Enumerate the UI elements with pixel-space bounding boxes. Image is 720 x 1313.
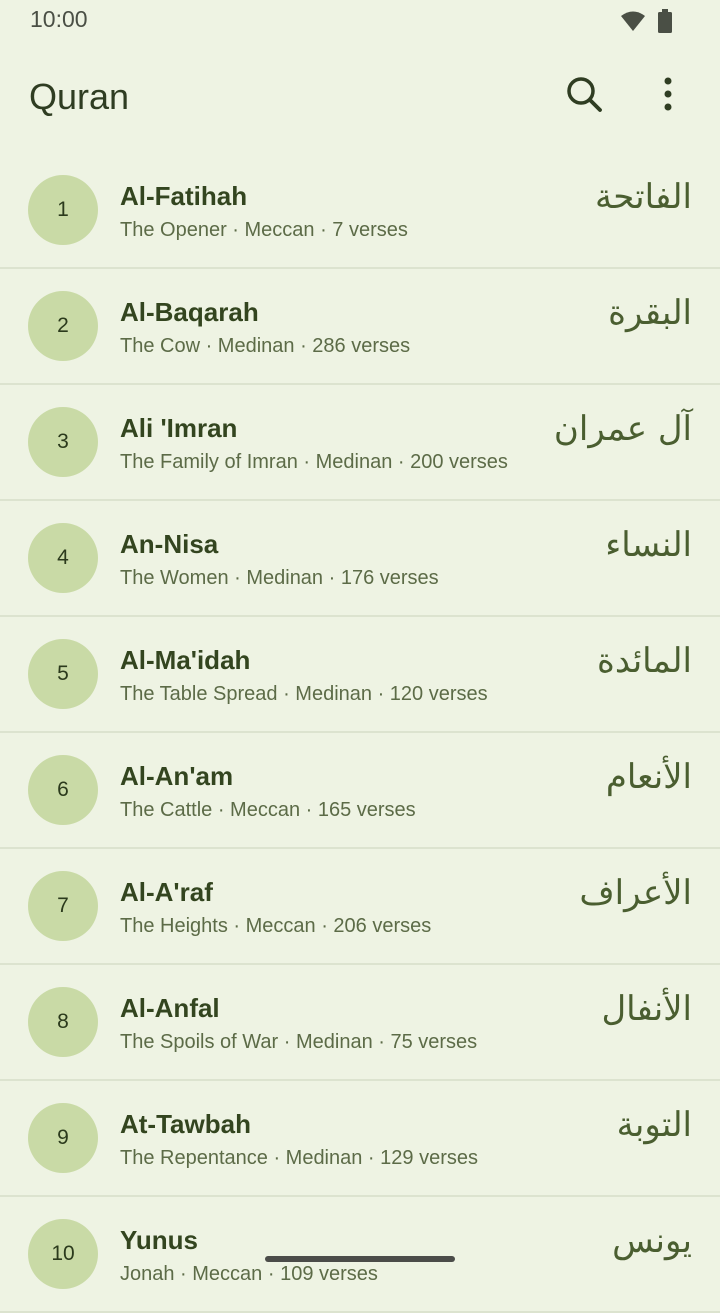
search-icon <box>565 75 603 117</box>
surah-number-badge: 5 <box>28 639 98 709</box>
surah-name: At-Tawbah <box>120 1109 251 1139</box>
surah-number-badge: 6 <box>28 755 98 825</box>
status-icons <box>620 9 672 37</box>
list-item[interactable]: 8 Al-Anfal The Spoils of War · Medinan ·… <box>0 965 720 1081</box>
surah-meta: The Family of Imran · Medinan · 200 vers… <box>120 451 508 473</box>
surah-name: Al-An'am <box>120 761 234 791</box>
surah-name: An-Nisa <box>120 529 219 559</box>
more-options-button[interactable] <box>646 74 690 118</box>
surah-meta: The Women · Medinan · 176 verses <box>120 567 439 589</box>
surah-number-badge: 1 <box>28 175 98 245</box>
status-time: 10:00 <box>30 6 88 32</box>
page-title: Quran <box>29 76 130 117</box>
surah-arabic-name: المائدة <box>597 641 692 681</box>
surah-meta: The Cow · Medinan · 286 verses <box>120 335 411 357</box>
surah-number-badge: 2 <box>28 291 98 361</box>
surah-name: Yunus <box>120 1225 199 1255</box>
surah-arabic-name: آل عمران <box>553 409 692 449</box>
app-bar: Quran <box>0 44 720 154</box>
surah-list: 1 Al-Fatihah The Opener · Meccan · 7 ver… <box>0 153 720 1313</box>
surah-arabic-name: الأنفال <box>601 989 692 1029</box>
surah-name: Al-Baqarah <box>120 297 259 327</box>
list-item[interactable]: 4 An-Nisa The Women · Medinan · 176 vers… <box>0 501 720 617</box>
status-bar: 10:00 <box>0 0 720 44</box>
surah-name: Al-Ma'idah <box>120 645 251 675</box>
surah-meta: The Spoils of War · Medinan · 75 verses <box>120 1031 478 1053</box>
wifi-icon <box>620 10 646 36</box>
surah-arabic-name: النساء <box>605 525 692 565</box>
list-item[interactable]: 10 Yunus Jonah · Meccan · 109 verses يون… <box>0 1197 720 1313</box>
list-item[interactable]: 3 Ali 'Imran The Family of Imran · Medin… <box>0 385 720 501</box>
surah-number-badge: 10 <box>28 1219 98 1289</box>
surah-number-badge: 7 <box>28 871 98 941</box>
list-item[interactable]: 5 Al-Ma'idah The Table Spread · Medinan … <box>0 617 720 733</box>
surah-name: Ali 'Imran <box>120 413 238 443</box>
surah-arabic-name: البقرة <box>608 293 692 333</box>
surah-number-badge: 8 <box>28 987 98 1057</box>
list-item[interactable]: 9 At-Tawbah The Repentance · Medinan · 1… <box>0 1081 720 1197</box>
surah-name: Al-Fatihah <box>120 181 248 211</box>
list-item[interactable]: 2 Al-Baqarah The Cow · Medinan · 286 ver… <box>0 269 720 385</box>
surah-arabic-name: التوبة <box>616 1105 692 1145</box>
surah-meta: The Cattle · Meccan · 165 verses <box>120 799 416 821</box>
battery-icon <box>658 9 672 37</box>
surah-meta: The Opener · Meccan · 7 verses <box>120 219 408 241</box>
surah-name: Al-Anfal <box>120 993 220 1023</box>
surah-number-badge: 3 <box>28 407 98 477</box>
surah-meta: The Table Spread · Medinan · 120 verses <box>120 683 488 705</box>
surah-name: Al-A'raf <box>120 877 213 907</box>
surah-arabic-name: الأنعام <box>605 757 692 797</box>
surah-meta: Jonah · Meccan · 109 verses <box>120 1263 378 1285</box>
surah-arabic-name: الفاتحة <box>594 177 692 217</box>
surah-number-badge: 4 <box>28 523 98 593</box>
home-indicator[interactable] <box>265 1256 455 1262</box>
more-vert-icon <box>663 77 673 115</box>
surah-number-badge: 9 <box>28 1103 98 1173</box>
list-item[interactable]: 7 Al-A'raf The Heights · Meccan · 206 ve… <box>0 849 720 965</box>
list-item[interactable]: 1 Al-Fatihah The Opener · Meccan · 7 ver… <box>0 153 720 269</box>
surah-meta: The Repentance · Medinan · 129 verses <box>120 1147 478 1169</box>
surah-arabic-name: يونس <box>612 1221 692 1261</box>
list-item[interactable]: 6 Al-An'am The Cattle · Meccan · 165 ver… <box>0 733 720 849</box>
search-button[interactable] <box>562 74 606 118</box>
surah-meta: The Heights · Meccan · 206 verses <box>120 915 432 937</box>
app-actions <box>562 74 690 118</box>
surah-arabic-name: الأعراف <box>579 873 692 913</box>
